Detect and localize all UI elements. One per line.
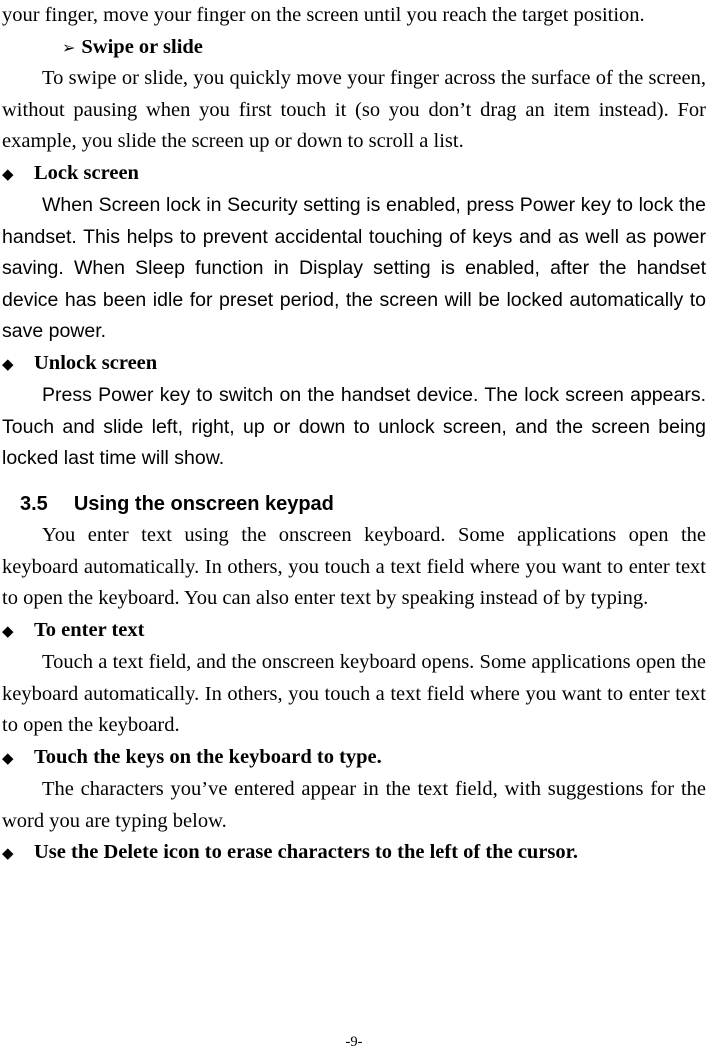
heading-lock-screen-label: Lock screen <box>34 161 139 184</box>
paragraph-touch-keys: The characters you’ve entered appear in … <box>2 778 706 832</box>
paragraph-swipe: To swipe or slide, you quickly move your… <box>2 67 706 152</box>
section-heading-3-5: 3.5 Using the onscreen keypad <box>2 489 706 521</box>
paragraph-touch-drag-continued: your finger, move your finger on the scr… <box>2 4 645 26</box>
paragraph-keyboard-intro: You enter text using the onscreen keyboa… <box>2 524 706 609</box>
diamond-bullet-icon: ◆ <box>2 748 14 767</box>
heading-touch-keys: ◆ Touch the keys on the keyboard to type. <box>2 742 706 775</box>
section-number: 3.5 <box>20 492 48 515</box>
paragraph-unlock-screen: Press Power key to switch on the handset… <box>2 384 706 469</box>
heading-swipe-or-slide-label: Swipe or slide <box>81 35 203 58</box>
section-title: Using the onscreen keypad <box>73 492 334 515</box>
heading-use-delete-icon-label: Use the Delete icon to erase characters … <box>34 841 579 863</box>
heading-to-enter-text: ◆ To enter text <box>2 615 706 648</box>
heading-use-delete-icon: ◆ Use the Delete icon to erase characters… <box>2 837 706 870</box>
heading-swipe-or-slide: ➢ Swipe or slide <box>2 32 706 64</box>
paragraph-to-enter-text: Touch a text field, and the onscreen key… <box>2 651 706 736</box>
arrow-bullet-icon: ➢ <box>62 37 76 57</box>
heading-touch-keys-label: Touch the keys on the keyboard to type. <box>34 745 382 768</box>
diamond-bullet-icon: ◆ <box>2 844 14 862</box>
heading-lock-screen: ◆ Lock screen <box>2 158 706 191</box>
document-page: your finger, move your finger on the scr… <box>0 0 708 1057</box>
heading-unlock-screen: ◆ Unlock screen <box>2 348 706 381</box>
diamond-bullet-icon: ◆ <box>2 164 14 183</box>
diamond-bullet-icon: ◆ <box>2 354 14 373</box>
diamond-bullet-icon: ◆ <box>2 621 14 640</box>
paragraph-lock-screen: When Screen lock in Security setting is … <box>2 194 706 342</box>
page-footer: -9- <box>345 1034 363 1050</box>
heading-to-enter-text-label: To enter text <box>34 618 145 641</box>
heading-unlock-screen-label: Unlock screen <box>34 351 158 374</box>
